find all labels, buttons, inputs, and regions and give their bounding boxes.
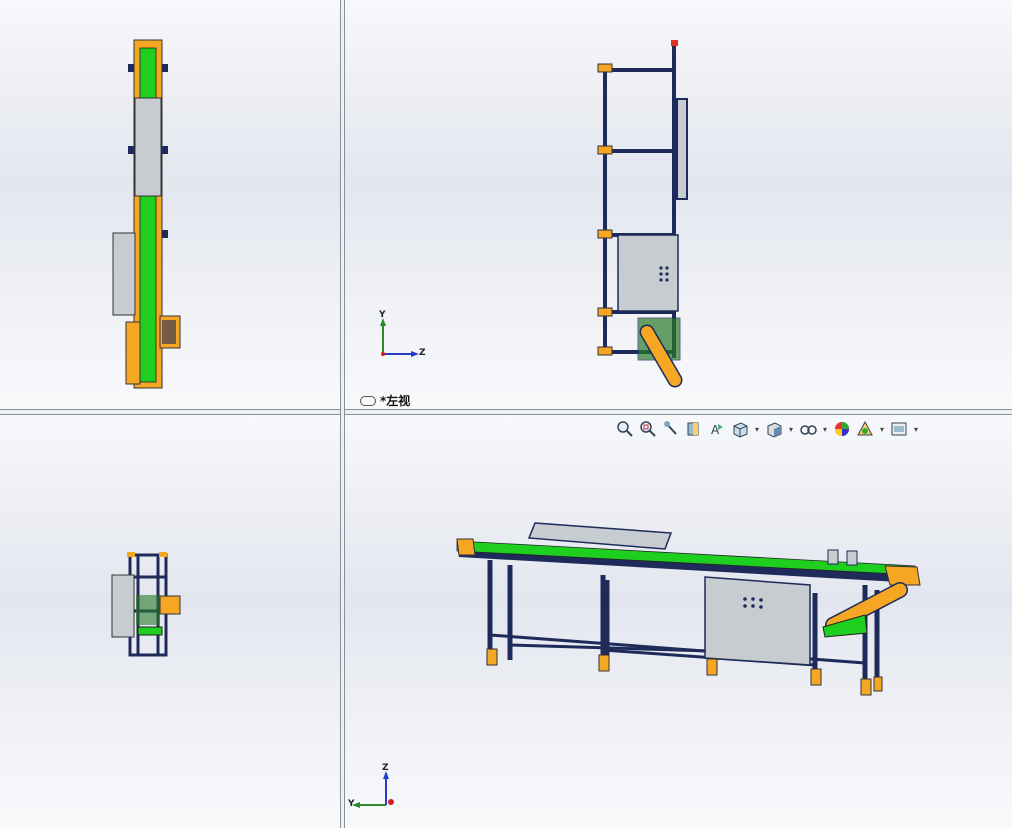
view-label-text: *左视 (380, 394, 411, 408)
triad-axis-icon: Z Y (348, 763, 400, 815)
conveyor-left-view-model (597, 40, 688, 388)
conveyor-top-view-model (112, 39, 181, 389)
view-label: *左视 (360, 392, 410, 409)
viewport-front-view[interactable] (0, 415, 340, 828)
viewport-isometric-view[interactable]: A ▾ ▾ ▾ ▾ ▾ Z Y (345, 415, 1012, 828)
conveyor-isometric-model (456, 522, 921, 696)
viewport-top-view[interactable] (0, 0, 340, 409)
horizontal-viewport-splitter[interactable] (0, 409, 1012, 415)
conveyor-front-view-model (111, 552, 181, 657)
triad-z-label: Z (419, 348, 426, 358)
triad-y-label: Y (348, 799, 355, 809)
viewport-left-view[interactable]: Y Z *左视 (345, 0, 1012, 409)
triad-y-label: Y (379, 310, 386, 320)
vertical-viewport-splitter[interactable] (340, 0, 345, 828)
triad-z-label: Z (382, 763, 389, 773)
link-views-icon[interactable] (360, 395, 376, 406)
triad-axis-icon: Y Z (377, 310, 427, 362)
